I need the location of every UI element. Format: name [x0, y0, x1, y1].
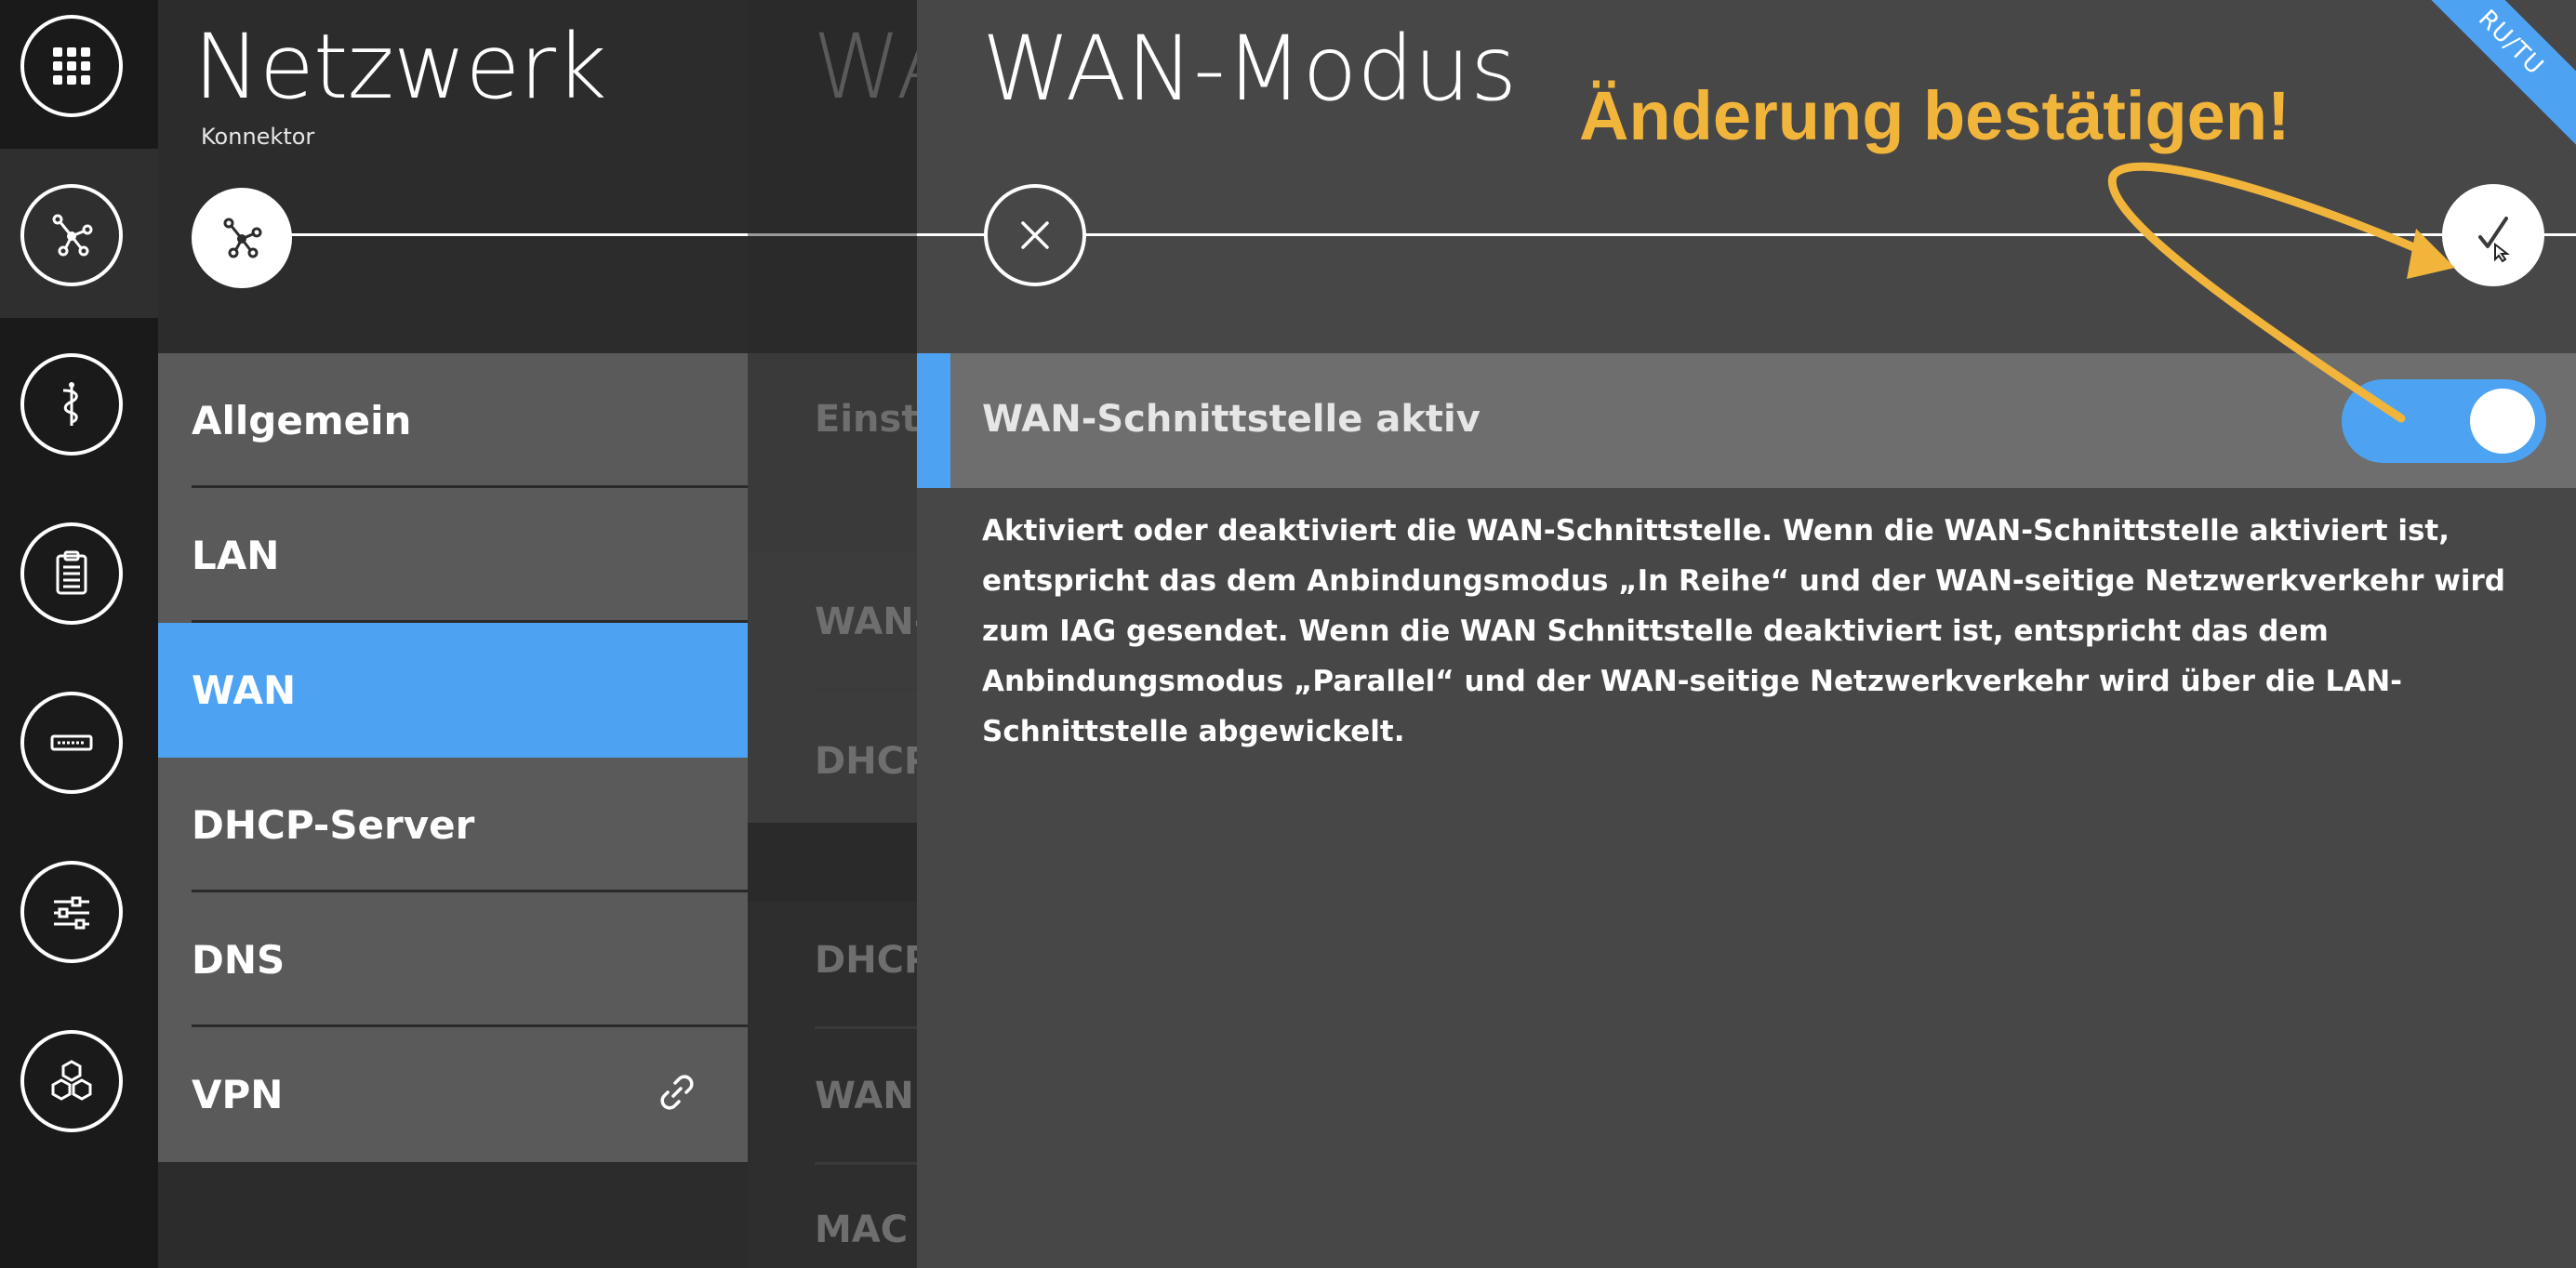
- environment-ribbon: RU/TU: [2394, 0, 2576, 160]
- network-icon: [52, 214, 93, 257]
- row-text: Einste: [815, 398, 917, 441]
- divider: [815, 688, 917, 691]
- annotation-text: Änderung bestätigen!: [1579, 77, 2291, 154]
- section-block: [748, 353, 917, 553]
- ribbon-text: RU/TU: [2473, 5, 2549, 81]
- menu-item-lan[interactable]: LAN: [158, 488, 748, 623]
- toggle-knob: [2470, 389, 2535, 454]
- network-icon: [223, 218, 262, 258]
- column-title: WA: [813, 15, 917, 119]
- apps-grid-button[interactable]: [20, 15, 123, 117]
- close-icon: [1021, 221, 1049, 249]
- menu-item-label: LAN: [192, 533, 280, 578]
- page-subtitle: Konnektor: [201, 124, 315, 150]
- row-accent: [917, 353, 950, 488]
- divider: [815, 1026, 917, 1029]
- clipboard-button[interactable]: [20, 522, 123, 625]
- icon-rail: [0, 0, 158, 1268]
- row-text: MAC: [815, 1209, 909, 1251]
- network-button[interactable]: [20, 184, 123, 286]
- card-reader-button[interactable]: [20, 692, 123, 794]
- hexagons-icon: [51, 1060, 92, 1101]
- menu-item-vpn[interactable]: VPN: [158, 1027, 748, 1162]
- settings-sliders-button[interactable]: [20, 861, 123, 963]
- wan-overview-column: WA Einste WAN-I DHCP DHCP WAN I MAC: [748, 0, 917, 1268]
- checkmark-icon: [2478, 217, 2510, 263]
- menu-item-wan[interactable]: WAN: [158, 623, 748, 758]
- menu-item-label: WAN: [192, 667, 297, 713]
- wan-interface-setting-row: WAN-Schnittstelle aktiv: [917, 353, 2576, 488]
- medical-button[interactable]: [20, 353, 123, 456]
- network-node-button[interactable]: [192, 188, 292, 288]
- cancel-button[interactable]: [984, 184, 1086, 286]
- link-icon: [660, 1075, 694, 1110]
- row-text: WAN-I: [815, 601, 917, 643]
- clipboard-icon: [56, 550, 87, 595]
- header-line: [917, 233, 2576, 236]
- card-reader-icon: [50, 734, 93, 751]
- page-title: Netzwerk: [193, 15, 607, 119]
- wan-interface-toggle[interactable]: [2342, 379, 2546, 463]
- settings-menu: Allgemein LAN WAN DHCP-Server DNS VPN: [158, 353, 748, 1162]
- confirm-button[interactable]: [2442, 184, 2544, 286]
- row-text: DHCP: [815, 939, 917, 982]
- wan-modus-panel: WAN-Modus RU/TU WAN-Schnittstelle aktiv …: [917, 0, 2576, 1268]
- header-line: [232, 233, 748, 236]
- menu-item-dhcp-server[interactable]: DHCP-Server: [158, 758, 748, 892]
- menu-item-allgemein[interactable]: Allgemein: [158, 353, 748, 488]
- row-text: WAN I: [815, 1075, 917, 1117]
- caduceus-icon: [62, 382, 78, 426]
- menu-item-label: Allgemein: [192, 398, 412, 443]
- sliders-icon: [54, 896, 89, 930]
- menu-item-label: DNS: [192, 937, 285, 983]
- setting-label: WAN-Schnittstelle aktiv: [982, 398, 1481, 441]
- header-line: [748, 233, 917, 236]
- menu-item-dns[interactable]: DNS: [158, 892, 748, 1027]
- netzwerk-panel: Netzwerk Konnektor Allgemein LAN WAN DHC…: [158, 0, 748, 1268]
- menu-item-label: DHCP-Server: [192, 802, 475, 848]
- setting-description: Aktiviert oder deaktiviert die WAN-Schni…: [982, 514, 2505, 748]
- row-text: DHCP: [815, 740, 917, 783]
- menu-item-label: VPN: [192, 1072, 284, 1117]
- panel-title: WAN-Modus: [982, 17, 1518, 121]
- cursor-icon: [2494, 242, 2510, 263]
- hexagons-button[interactable]: [20, 1030, 123, 1132]
- divider: [815, 1162, 917, 1165]
- apps-grid-icon: [53, 47, 90, 85]
